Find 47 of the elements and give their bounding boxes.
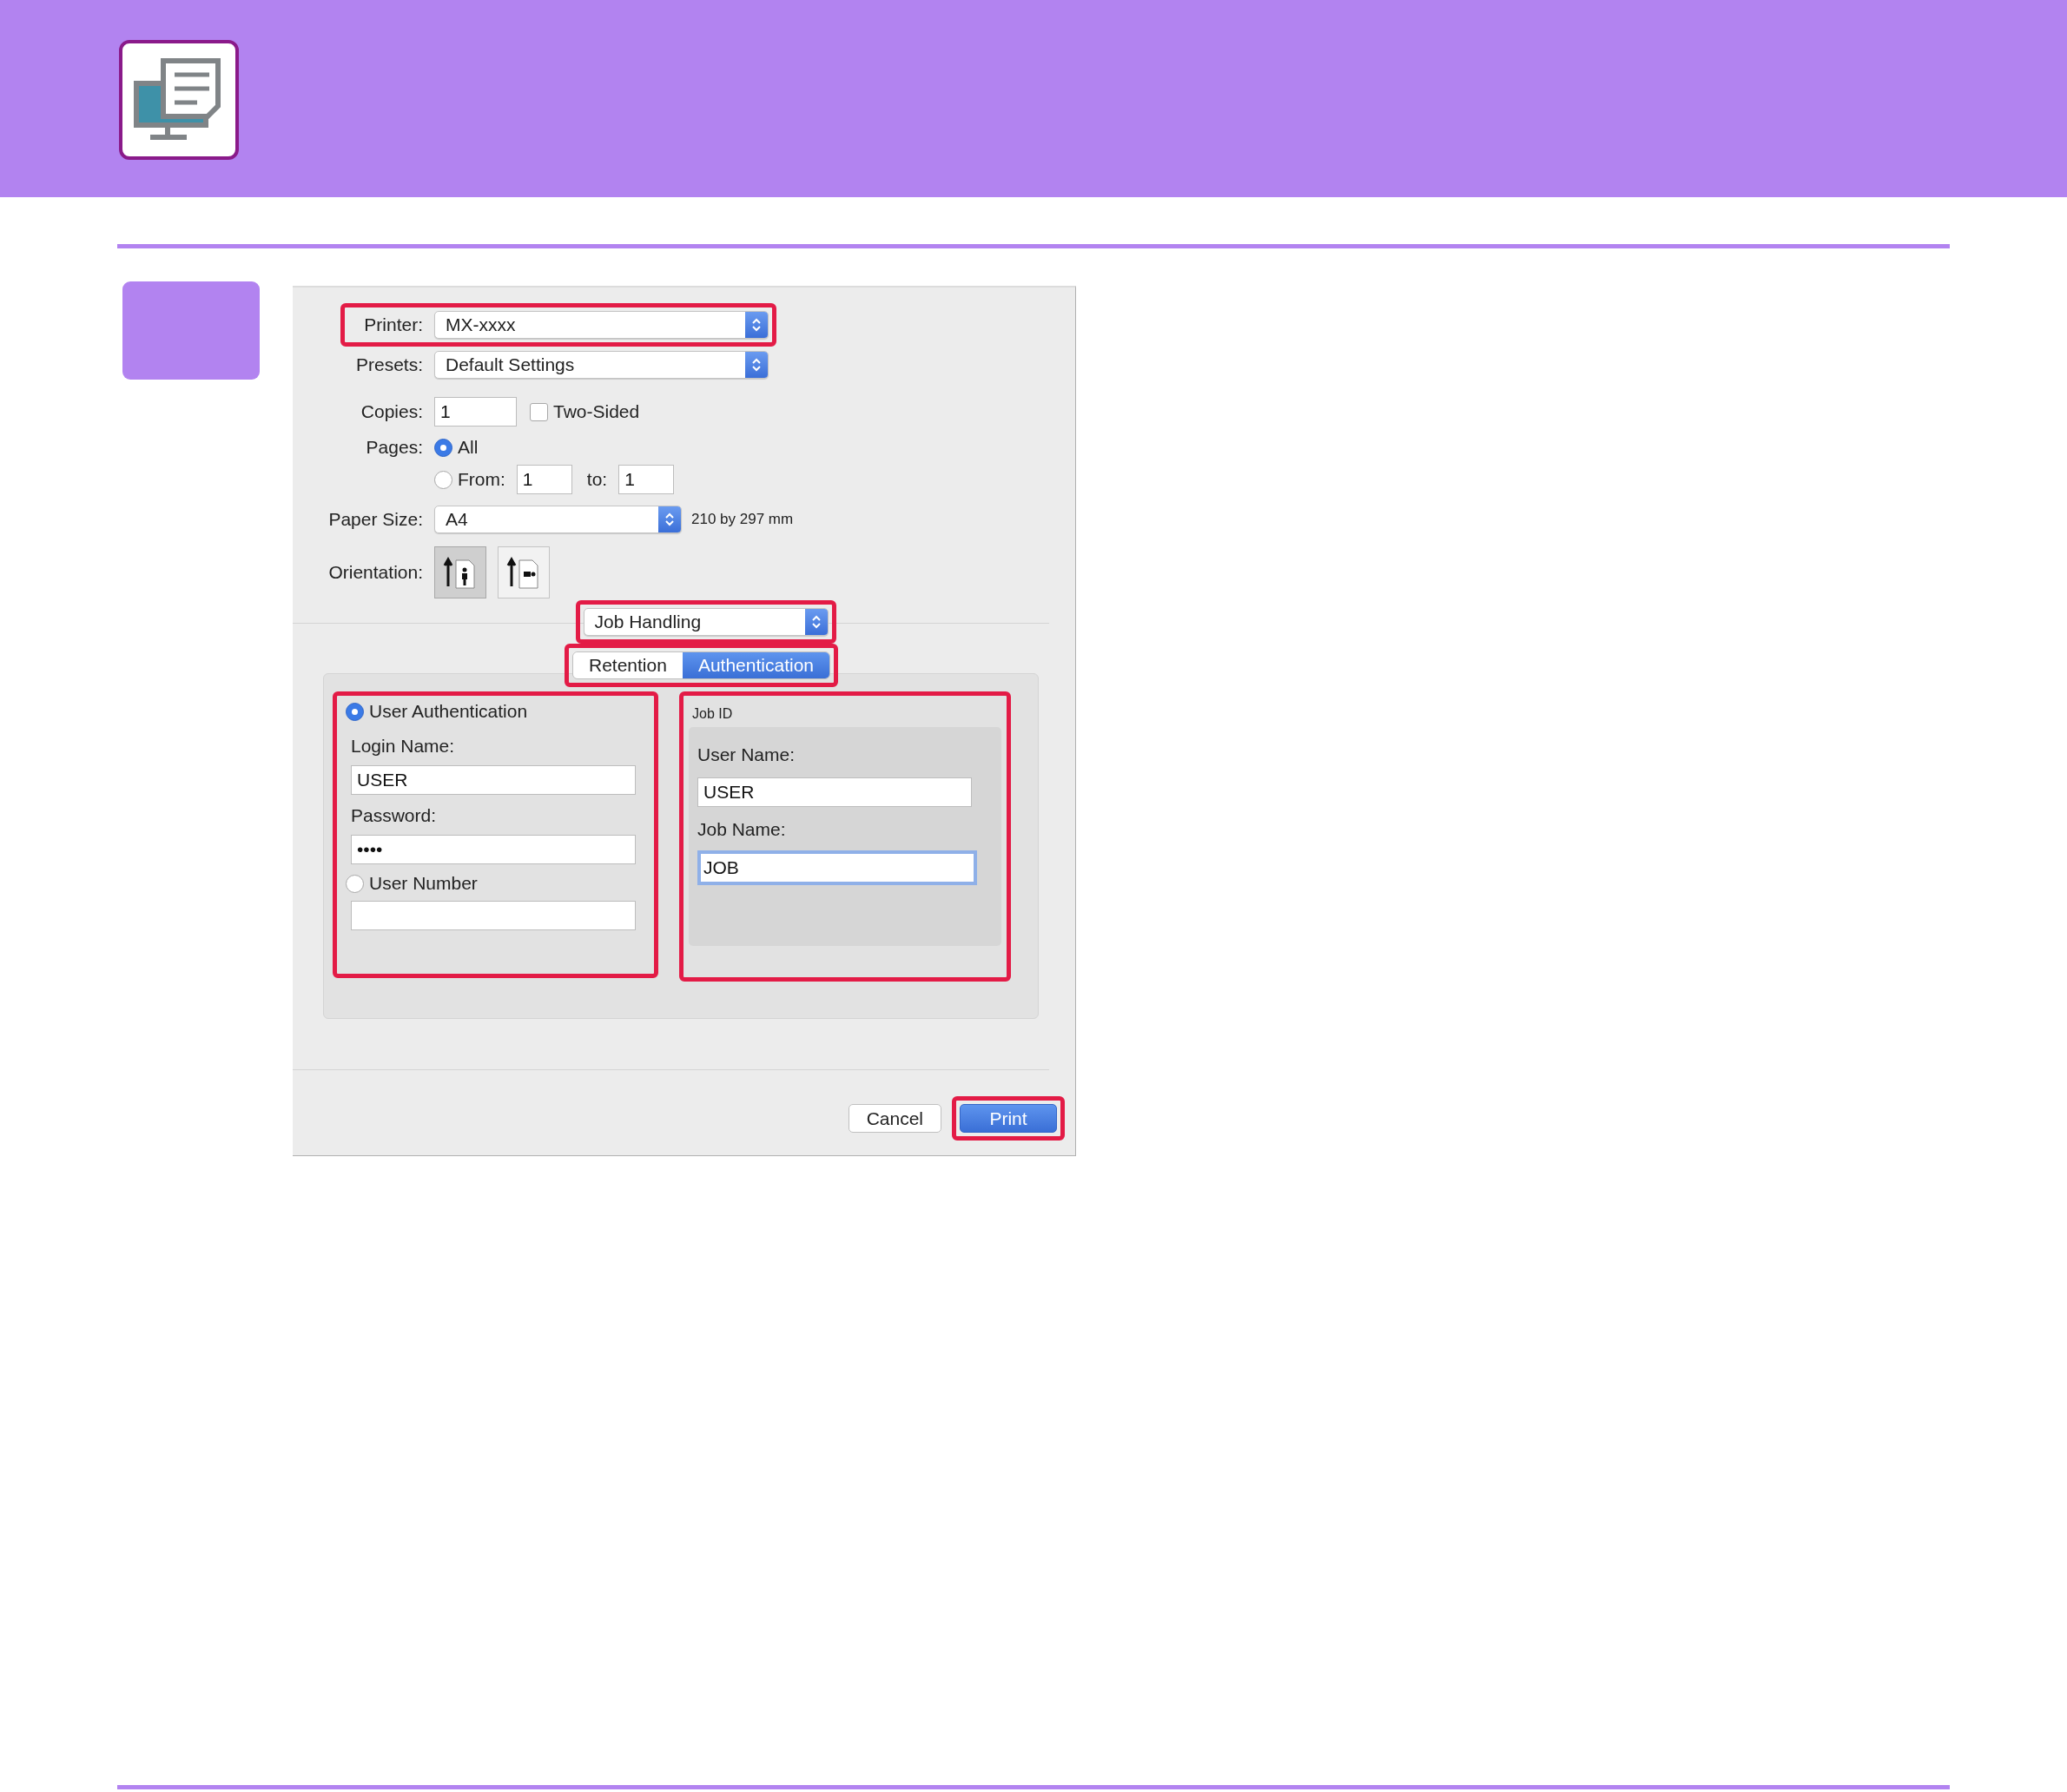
field-label: Pages: (365, 437, 423, 458)
checkbox-label: Two-Sided (553, 401, 640, 422)
radio-label: All (458, 437, 479, 458)
copies-field[interactable]: 1 (434, 397, 517, 427)
login-name-field[interactable]: USER (351, 765, 636, 795)
tab[interactable]: Retention (573, 652, 683, 678)
job-name-field[interactable]: JOB (697, 850, 977, 885)
print-button[interactable]: Print (960, 1104, 1057, 1133)
popup-button[interactable]: Job Handling (583, 608, 829, 636)
radio-label: User Authentication (369, 701, 528, 722)
field-label: Login Name: (351, 736, 456, 757)
orientation-button[interactable] (498, 546, 550, 598)
field-label: Job Name: (697, 819, 787, 840)
radio-button[interactable] (434, 438, 452, 457)
paper-dimensions: 210 by 297 mm (691, 511, 794, 528)
checkbox[interactable] (530, 402, 548, 421)
radio-label: User Number (369, 873, 478, 894)
to-field[interactable]: 1 (618, 465, 675, 494)
popup-button[interactable]: MX-xxxx (434, 311, 769, 339)
user-name-field[interactable]: USER (697, 777, 972, 807)
page-rotated-person-icon (506, 555, 541, 590)
popup-button[interactable]: A4 (434, 506, 682, 533)
password-field[interactable]: •••• (351, 835, 636, 864)
orientation-button[interactable] (434, 546, 486, 598)
field-label: Paper Size: (327, 509, 423, 530)
up-down-icon (751, 316, 762, 334)
radio-button[interactable] (346, 702, 364, 721)
field-label: Password: (351, 805, 438, 826)
user-number-field[interactable] (351, 901, 636, 930)
field-label: Presets: (354, 354, 423, 375)
cancel-button[interactable]: Cancel (848, 1104, 941, 1133)
field-label: Orientation: (327, 562, 423, 583)
field-label: Printer: (363, 314, 423, 335)
radio-label: From: (458, 469, 505, 490)
popup-button[interactable]: Default Settings (434, 351, 769, 379)
field-label: User Name: (697, 744, 796, 765)
tab[interactable]: Authentication (682, 652, 829, 678)
radio-button[interactable] (346, 874, 364, 893)
up-down-icon (751, 356, 762, 374)
up-down-icon (664, 511, 675, 528)
up-down-icon (810, 613, 822, 631)
field-label: Copies: (360, 401, 423, 422)
section-title: Job ID (692, 706, 734, 722)
page-person-icon (443, 555, 478, 590)
radio-button[interactable] (434, 470, 452, 489)
field-label: to: (586, 469, 608, 490)
from-field[interactable]: 1 (516, 465, 572, 494)
